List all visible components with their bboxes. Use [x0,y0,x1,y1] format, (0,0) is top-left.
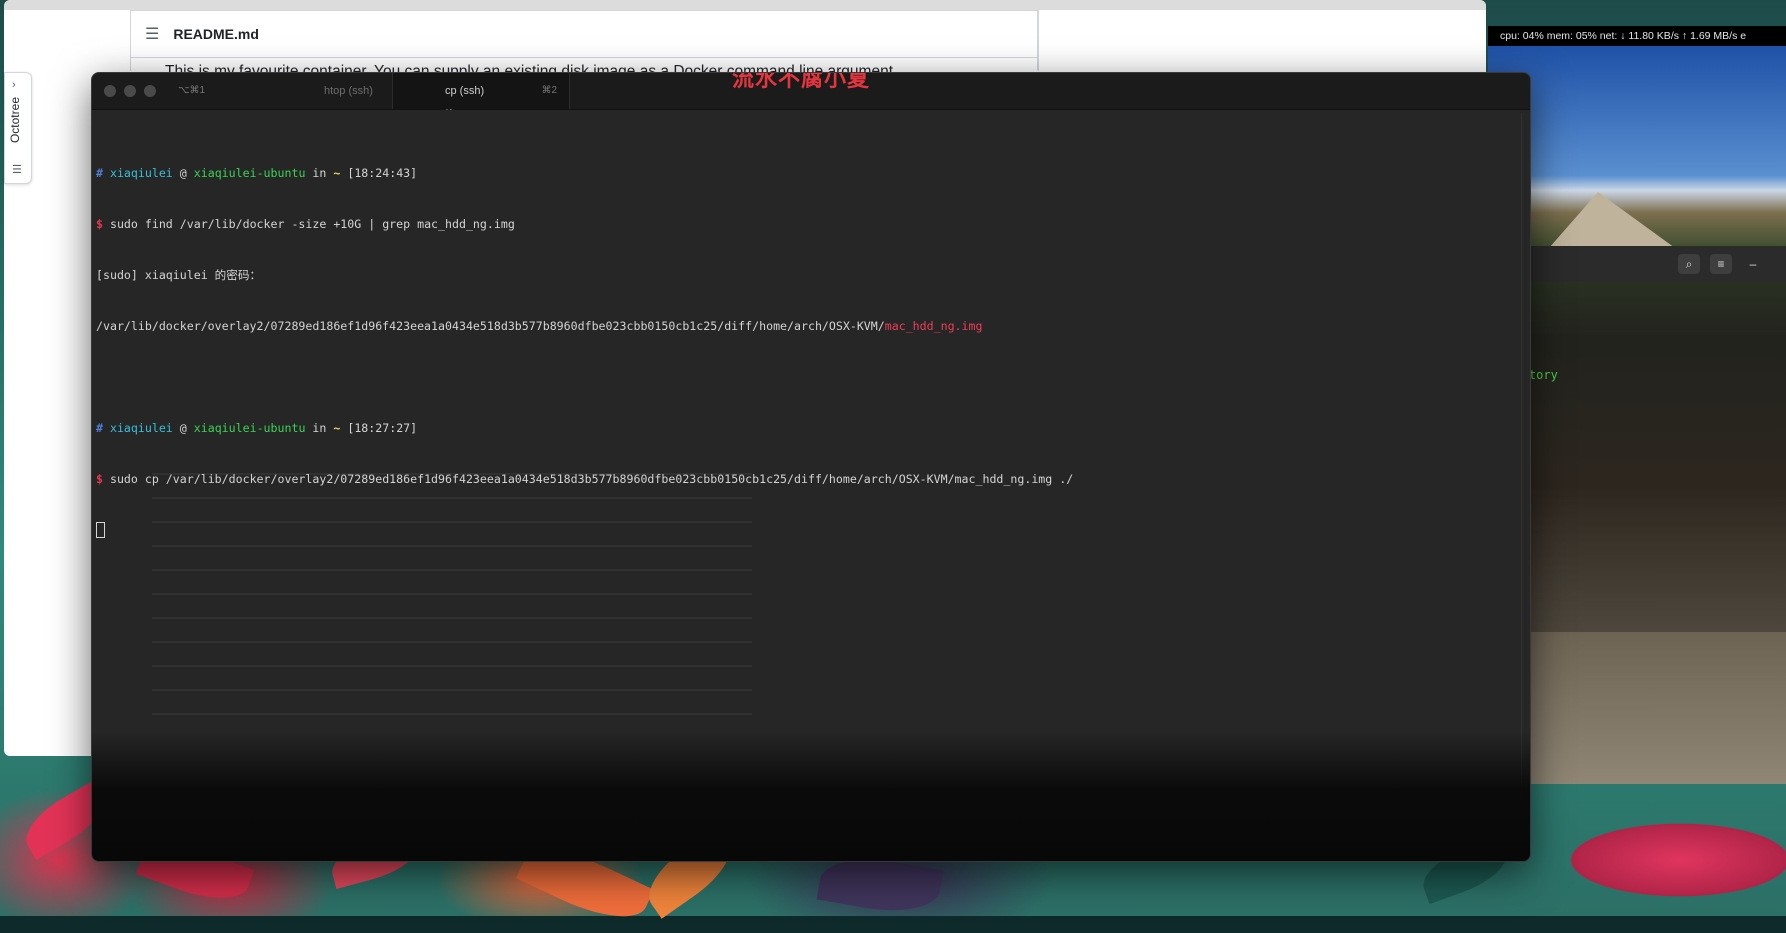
prompt-line: # xiaqiulei @ xiaqiulei-ubuntu in ~ [18:… [96,420,1520,437]
cursor-line [96,522,1520,539]
close-window-button[interactable] [104,85,116,97]
minimize-icon[interactable]: – [1742,254,1764,274]
tab-shortcut: ⌘2 [541,85,557,96]
tab-cp[interactable]: cp (ssh) ⌘2 [392,73,570,109]
prompt-in: in [312,166,327,180]
command-text: sudo find /var/lib/docker -size +10G | g… [109,217,515,231]
terminal-bottom-fade [92,731,1530,861]
menu-icon[interactable]: ≡ [1710,254,1732,274]
command-line: $ sudo cp /var/lib/docker/overlay2/07289… [96,471,1520,488]
terminal-window[interactable]: ⌥⌘1 htop (ssh) ⌘1 cp (ssh) ⌘2 流水不腐小夏 # x… [91,72,1531,862]
search-icon[interactable]: ⌕ [1678,254,1700,274]
command-line: $ sudo find /var/lib/docker -size +10G |… [96,216,1520,233]
zoom-window-button[interactable] [144,85,156,97]
prompt-host: xiaqiulei-ubuntu [193,421,306,435]
prompt-time: [18:27:27] [347,421,418,435]
prompt-dollar: $ [96,472,103,486]
prompt-host: xiaqiulei-ubuntu [193,166,306,180]
result-path: /var/lib/docker/overlay2/07289ed186ef1d9… [96,319,885,333]
prompt-dir: ~ [333,166,341,180]
octotree-label: Octotree [8,97,22,144]
octotree-toggle[interactable]: › Octotree ☰ [4,72,32,184]
readme-card: ☰ README.md This is my favourite contain… [130,10,1039,80]
image-viewer-overlay: ry irectory ory ry [1488,282,1786,632]
prompt-dollar: $ [96,217,103,231]
drag-handle-icon[interactable]: ☰ [12,163,22,176]
chevron-right-icon[interactable]: › [12,79,16,91]
readme-header: ☰ README.md [131,11,1038,58]
find-result-line: /var/lib/docker/overlay2/07289ed186ef1d9… [96,318,1520,335]
prompt-hash: # [96,166,103,180]
command-text: sudo cp /var/lib/docker/overlay2/07289ed… [109,472,1074,486]
sudo-password-prompt: [sudo] xiaqiulei 的密码： [96,268,262,282]
prompt-line: # xiaqiulei @ xiaqiulei-ubuntu in ~ [18:… [96,165,1520,182]
prompt-dir: ~ [333,421,341,435]
prompt-hash: # [96,421,103,435]
terminal-scrollbar[interactable] [1521,113,1522,813]
prompt-time: [18:24:43] [347,166,418,180]
list-icon[interactable]: ☰ [145,24,159,44]
tab-shortcut: ⌥⌘1 [178,85,206,96]
tab-label: htop (ssh) [324,85,373,97]
terminal-output[interactable]: # xiaqiulei @ xiaqiulei-ubuntu in ~ [18:… [96,131,1520,573]
prompt-user: xiaqiulei [109,421,173,435]
tab-label: cp (ssh) [445,85,485,97]
result-file: mac_hdd_ng.img [884,319,983,333]
minimize-window-button[interactable] [124,85,136,97]
image-viewer-window[interactable]: ⌕ ≡ – ry irectory ory ry [1488,42,1786,784]
readme-title: README.md [173,26,259,42]
prompt-at: @ [179,421,187,435]
watermark-text: 流水不腐小夏 [732,72,871,91]
prompt-in: in [312,421,327,435]
text-cursor [96,522,105,538]
prompt-at: @ [179,166,187,180]
image-viewer-toolbar: ⌕ ≡ – [1488,246,1786,282]
system-status-bar: cpu: 04% mem: 05% net: ↓ 11.80 KB/s ↑ 1.… [1488,26,1786,46]
browser-titlebar [4,0,1486,10]
prompt-user: xiaqiulei [109,166,173,180]
page-sidebar [1037,10,1486,70]
terminal-tab-bar: ⌥⌘1 htop (ssh) ⌘1 cp (ssh) ⌘2 流水不腐小夏 [92,72,1530,111]
